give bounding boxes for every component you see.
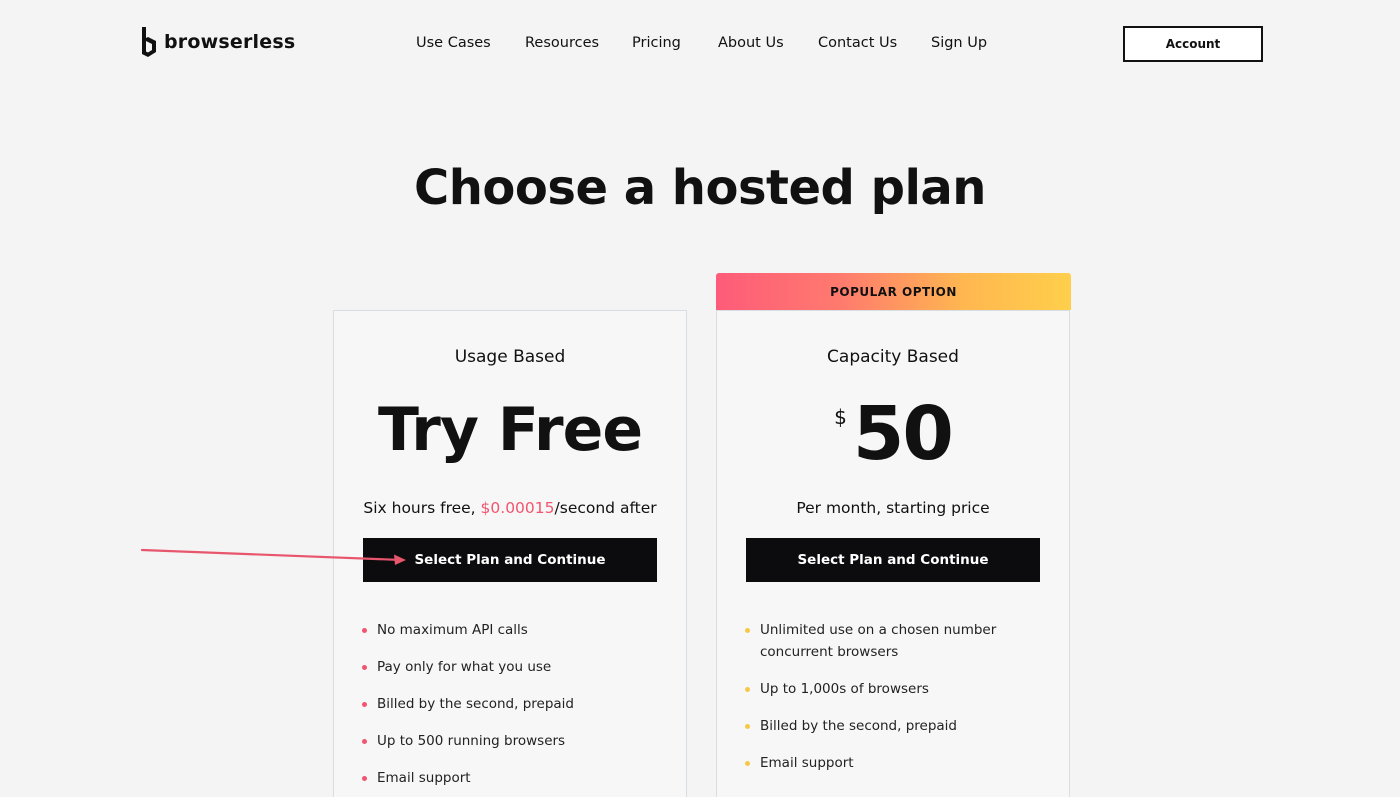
feature-item: Up to 500 running browsers	[362, 730, 662, 752]
feature-item: Billed by the second, prepaid	[362, 693, 662, 715]
plan-card-capacity-based: Capacity Based $50 Per month, starting p…	[716, 310, 1070, 797]
feature-text: Email support	[377, 770, 471, 786]
feature-text: Pay only for what you use	[377, 659, 552, 675]
nav-pricing[interactable]: Pricing	[632, 35, 681, 51]
feature-text: Up to 1,000s of browsers	[760, 681, 929, 697]
feature-item: Billed by the second, prepaid	[745, 715, 1045, 737]
popular-option-badge: POPULAR OPTION	[716, 273, 1071, 310]
feature-text: Up to 500 running browsers	[377, 733, 566, 749]
bullet-icon	[362, 628, 367, 633]
bullet-icon	[745, 628, 750, 633]
nav-about-us[interactable]: About Us	[718, 35, 784, 51]
price-currency: $	[834, 405, 847, 429]
select-plan-button-capacity[interactable]: Select Plan and Continue	[746, 538, 1040, 582]
plan-subtitle: Per month, starting price	[796, 499, 990, 517]
nav-sign-up[interactable]: Sign Up	[931, 35, 987, 51]
bullet-icon	[745, 687, 750, 692]
feature-list: Unlimited use on a chosen number concurr…	[745, 619, 1045, 789]
bullet-icon	[362, 739, 367, 744]
feature-item: No maximum API calls	[362, 619, 662, 641]
bullet-icon	[362, 776, 367, 781]
annotation-arrow-icon	[140, 548, 406, 565]
bullet-icon	[362, 702, 367, 707]
bullet-icon	[745, 761, 750, 766]
feature-text: Billed by the second, prepaid	[760, 718, 957, 734]
plan-price: $50	[717, 397, 1069, 471]
feature-text: Email support	[760, 755, 854, 771]
feature-item: Up to 1,000s of browsers	[745, 678, 1045, 700]
nav-resources[interactable]: Resources	[525, 35, 599, 51]
feature-item: Email support	[745, 752, 1045, 774]
feature-text: No maximum API calls	[377, 622, 528, 638]
plan-rate: $0.00015	[480, 499, 555, 517]
nav-contact-us[interactable]: Contact Us	[818, 35, 897, 51]
feature-list: No maximum API calls Pay only for what y…	[362, 619, 662, 797]
plan-name: Usage Based	[454, 347, 566, 367]
feature-text: Billed by the second, prepaid	[377, 696, 574, 712]
plan-headline: Try Free	[377, 395, 643, 465]
bullet-icon	[362, 665, 367, 670]
feature-item: Unlimited use on a chosen number concurr…	[745, 619, 1045, 663]
plan-subtitle-prefix: Six hours free,	[363, 499, 481, 517]
plan-subtitle: Six hours free, $0.00015/second after	[334, 499, 686, 517]
feature-item: Email support	[362, 767, 662, 789]
account-button[interactable]: Account	[1123, 26, 1263, 62]
nav-use-cases[interactable]: Use Cases	[416, 35, 491, 51]
bullet-icon	[745, 724, 750, 729]
plan-name: Capacity Based	[827, 347, 959, 367]
feature-text: Unlimited use on a chosen number concurr…	[760, 622, 997, 660]
plan-subtitle-suffix: /second after	[554, 499, 657, 517]
feature-item: Pay only for what you use	[362, 656, 662, 678]
page-title: Choose a hosted plan	[414, 160, 986, 216]
site-header: browserless Use Cases Resources Pricing …	[0, 0, 1400, 90]
price-amount: 50	[852, 391, 954, 477]
